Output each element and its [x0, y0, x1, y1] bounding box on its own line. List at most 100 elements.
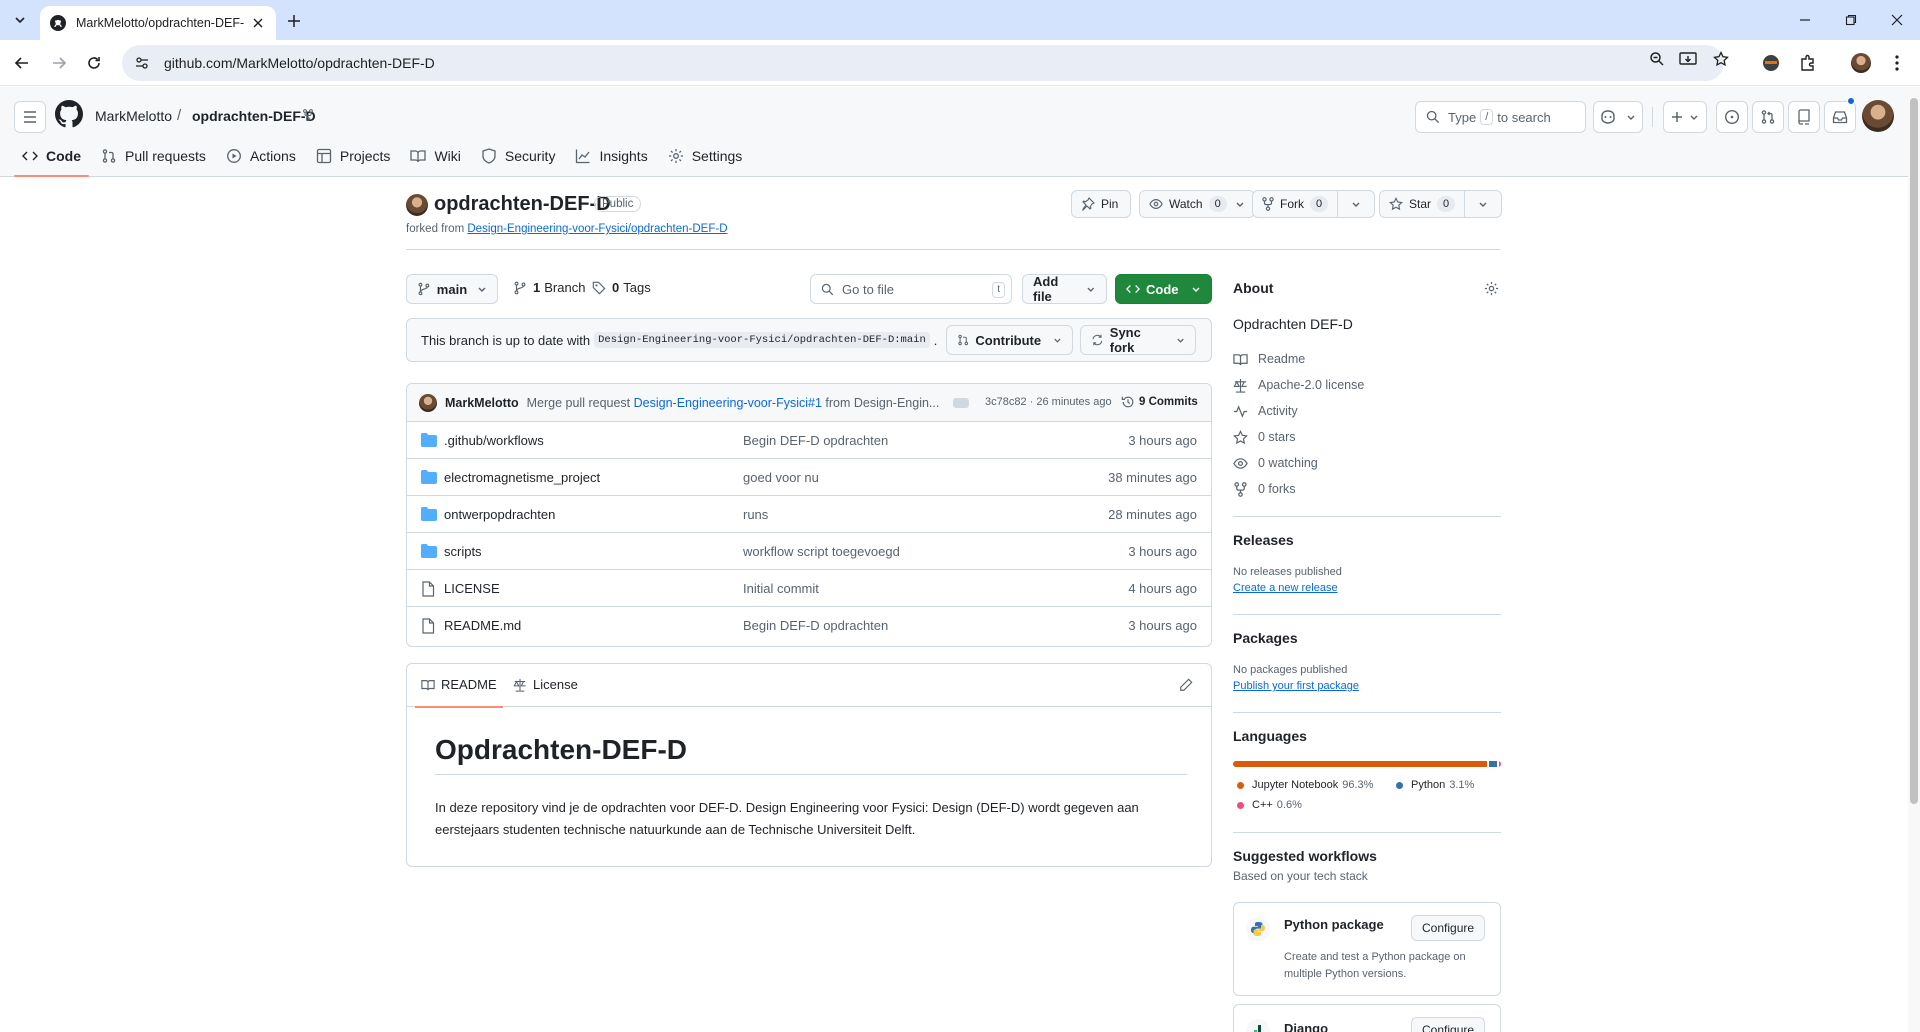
- profile-avatar[interactable]: [1850, 52, 1872, 74]
- zoom-icon[interactable]: [1647, 49, 1667, 69]
- restore-icon[interactable]: [1828, 0, 1874, 40]
- file-name[interactable]: README.md: [444, 618, 521, 633]
- minimize-icon[interactable]: [1782, 0, 1828, 40]
- tab-license[interactable]: License: [513, 677, 578, 692]
- configure-button[interactable]: Configure: [1411, 915, 1486, 941]
- extensions-puzzle-icon[interactable]: [1797, 52, 1819, 74]
- user-avatar[interactable]: [1862, 100, 1894, 132]
- configure-button[interactable]: Configure: [1411, 1017, 1486, 1032]
- stars-link[interactable]: 0 stars: [1233, 424, 1501, 450]
- edit-pencil-icon[interactable]: [1179, 678, 1193, 692]
- tab-code[interactable]: Code: [12, 139, 91, 177]
- packages-heading[interactable]: Packages: [1233, 630, 1501, 646]
- file-commit-message[interactable]: goed voor nu: [743, 470, 819, 485]
- breadcrumb-owner[interactable]: MarkMelotto: [95, 108, 172, 124]
- forks-link[interactable]: 0 forks: [1233, 476, 1501, 502]
- table-row[interactable]: ontwerpopdrachten runs 28 minutes ago: [407, 496, 1211, 533]
- new-tab-icon[interactable]: [282, 9, 306, 33]
- language-item[interactable]: C++ 0.6%: [1237, 799, 1302, 811]
- watch-button[interactable]: Watch 0: [1139, 190, 1255, 218]
- github-search-input[interactable]: Type / to search: [1415, 101, 1586, 133]
- table-row[interactable]: LICENSE Initial commit 4 hours ago: [407, 570, 1211, 607]
- gear-icon[interactable]: [1484, 281, 1499, 296]
- file-commit-message[interactable]: Begin DEF-D opdrachten: [743, 618, 888, 633]
- breadcrumb-repo[interactable]: opdrachten-DEF-D: [192, 108, 316, 124]
- issues-button[interactable]: [1716, 101, 1748, 133]
- fork-button[interactable]: Fork 0: [1252, 190, 1376, 218]
- star-button[interactable]: Star 0: [1379, 190, 1503, 218]
- license-link[interactable]: Apache-2.0 license: [1233, 372, 1501, 398]
- watching-link[interactable]: 0 watching: [1233, 450, 1501, 476]
- tab-actions[interactable]: Actions: [216, 139, 306, 173]
- star-dropdown[interactable]: [1464, 191, 1501, 217]
- activity-link[interactable]: Activity: [1233, 398, 1501, 424]
- extension-incognito-icon[interactable]: [1760, 52, 1782, 74]
- language-item[interactable]: Python 3.1%: [1396, 779, 1474, 791]
- file-name[interactable]: .github/workflows: [444, 433, 544, 448]
- tab-security[interactable]: Security: [471, 139, 566, 173]
- create-release-link[interactable]: Create a new release: [1233, 582, 1338, 594]
- address-bar[interactable]: github.com/MarkMelotto/opdrachten-DEF-D: [122, 45, 1724, 81]
- branches-link[interactable]: 1 Branch: [513, 280, 585, 295]
- file-name[interactable]: scripts: [444, 544, 482, 559]
- github-logo-icon[interactable]: [55, 100, 83, 128]
- fork-dropdown[interactable]: [1337, 191, 1374, 217]
- tags-link[interactable]: 0 Tags: [592, 280, 651, 295]
- language-item[interactable]: Jupyter Notebook 96.3%: [1237, 779, 1373, 791]
- repo-title[interactable]: opdrachten-DEF-D: [434, 193, 611, 216]
- file-name[interactable]: LICENSE: [444, 581, 500, 596]
- commit-message[interactable]: Merge pull request Design-Engineering-vo…: [527, 396, 940, 410]
- file-name[interactable]: ontwerpopdrachten: [444, 507, 555, 522]
- branch-selector[interactable]: main: [406, 274, 498, 304]
- commit-sha-time[interactable]: 3c78c82 · 26 minutes ago: [985, 396, 1112, 408]
- commit-pr-link[interactable]: Design-Engineering-voor-Fysici#1: [634, 396, 822, 410]
- tab-insights[interactable]: Insights: [565, 139, 657, 173]
- table-row[interactable]: .github/workflows Begin DEF-D opdrachten 3…: [407, 422, 1211, 459]
- expand-commit-message-button[interactable]: [953, 398, 969, 408]
- tab-close-icon[interactable]: [250, 15, 266, 31]
- browser-menu-icon[interactable]: [1886, 52, 1908, 74]
- table-row[interactable]: scripts workflow script toegevoegd 3 hours…: [407, 533, 1211, 570]
- repo-owner-avatar[interactable]: [406, 194, 428, 216]
- copilot-button[interactable]: [1593, 101, 1643, 133]
- contribute-button[interactable]: Contribute: [946, 325, 1073, 355]
- publish-package-link[interactable]: Publish your first package: [1233, 680, 1359, 692]
- sync-fork-button[interactable]: Sync fork: [1080, 325, 1196, 355]
- bookmark-star-icon[interactable]: [1711, 49, 1731, 69]
- site-info-icon[interactable]: [134, 55, 150, 71]
- repositories-button[interactable]: [1788, 101, 1820, 133]
- commit-author[interactable]: MarkMelotto: [445, 396, 519, 410]
- tab-readme[interactable]: README: [415, 677, 503, 708]
- inbox-button[interactable]: [1824, 101, 1856, 133]
- tab-wiki[interactable]: Wiki: [400, 139, 470, 173]
- create-new-button[interactable]: [1663, 101, 1707, 133]
- releases-heading[interactable]: Releases: [1233, 532, 1501, 548]
- commit-author-avatar[interactable]: [419, 393, 437, 412]
- forward-icon[interactable]: [45, 49, 73, 77]
- install-app-icon[interactable]: [1678, 49, 1698, 69]
- file-commit-message[interactable]: Initial commit: [743, 581, 819, 596]
- tab-search-button[interactable]: [8, 8, 32, 32]
- readme-link[interactable]: Readme: [1233, 346, 1501, 372]
- table-row[interactable]: README.md Begin DEF-D opdrachten 3 hours a…: [407, 607, 1211, 644]
- tab-projects[interactable]: Projects: [306, 139, 401, 173]
- tab-settings[interactable]: Settings: [658, 139, 753, 173]
- commits-link[interactable]: 9 Commits: [1121, 395, 1198, 409]
- back-icon[interactable]: [8, 49, 36, 77]
- tab-pull-requests[interactable]: Pull requests: [91, 139, 216, 173]
- go-to-file-input[interactable]: Go to file t: [810, 274, 1012, 304]
- scrollbar-thumb[interactable]: [1910, 98, 1918, 804]
- table-row[interactable]: electromagnetisme_project goed voor nu 38 …: [407, 459, 1211, 496]
- browser-tab[interactable]: MarkMelotto/opdrachten-DEF-: [40, 6, 276, 40]
- hamburger-menu-icon[interactable]: [14, 101, 46, 133]
- add-file-button[interactable]: Add file: [1022, 274, 1107, 304]
- file-commit-message[interactable]: Begin DEF-D opdrachten: [743, 433, 888, 448]
- close-window-icon[interactable]: [1874, 0, 1920, 40]
- file-name[interactable]: electromagnetisme_project: [444, 470, 600, 485]
- reload-icon[interactable]: [80, 49, 108, 77]
- pull-requests-button[interactable]: [1752, 101, 1784, 133]
- forked-from-link[interactable]: Design-Engineering-voor-Fysici/opdrachte…: [467, 223, 727, 235]
- pin-button[interactable]: Pin: [1071, 190, 1131, 218]
- code-button[interactable]: Code: [1115, 274, 1212, 304]
- file-commit-message[interactable]: workflow script toegevoegd: [743, 544, 900, 559]
